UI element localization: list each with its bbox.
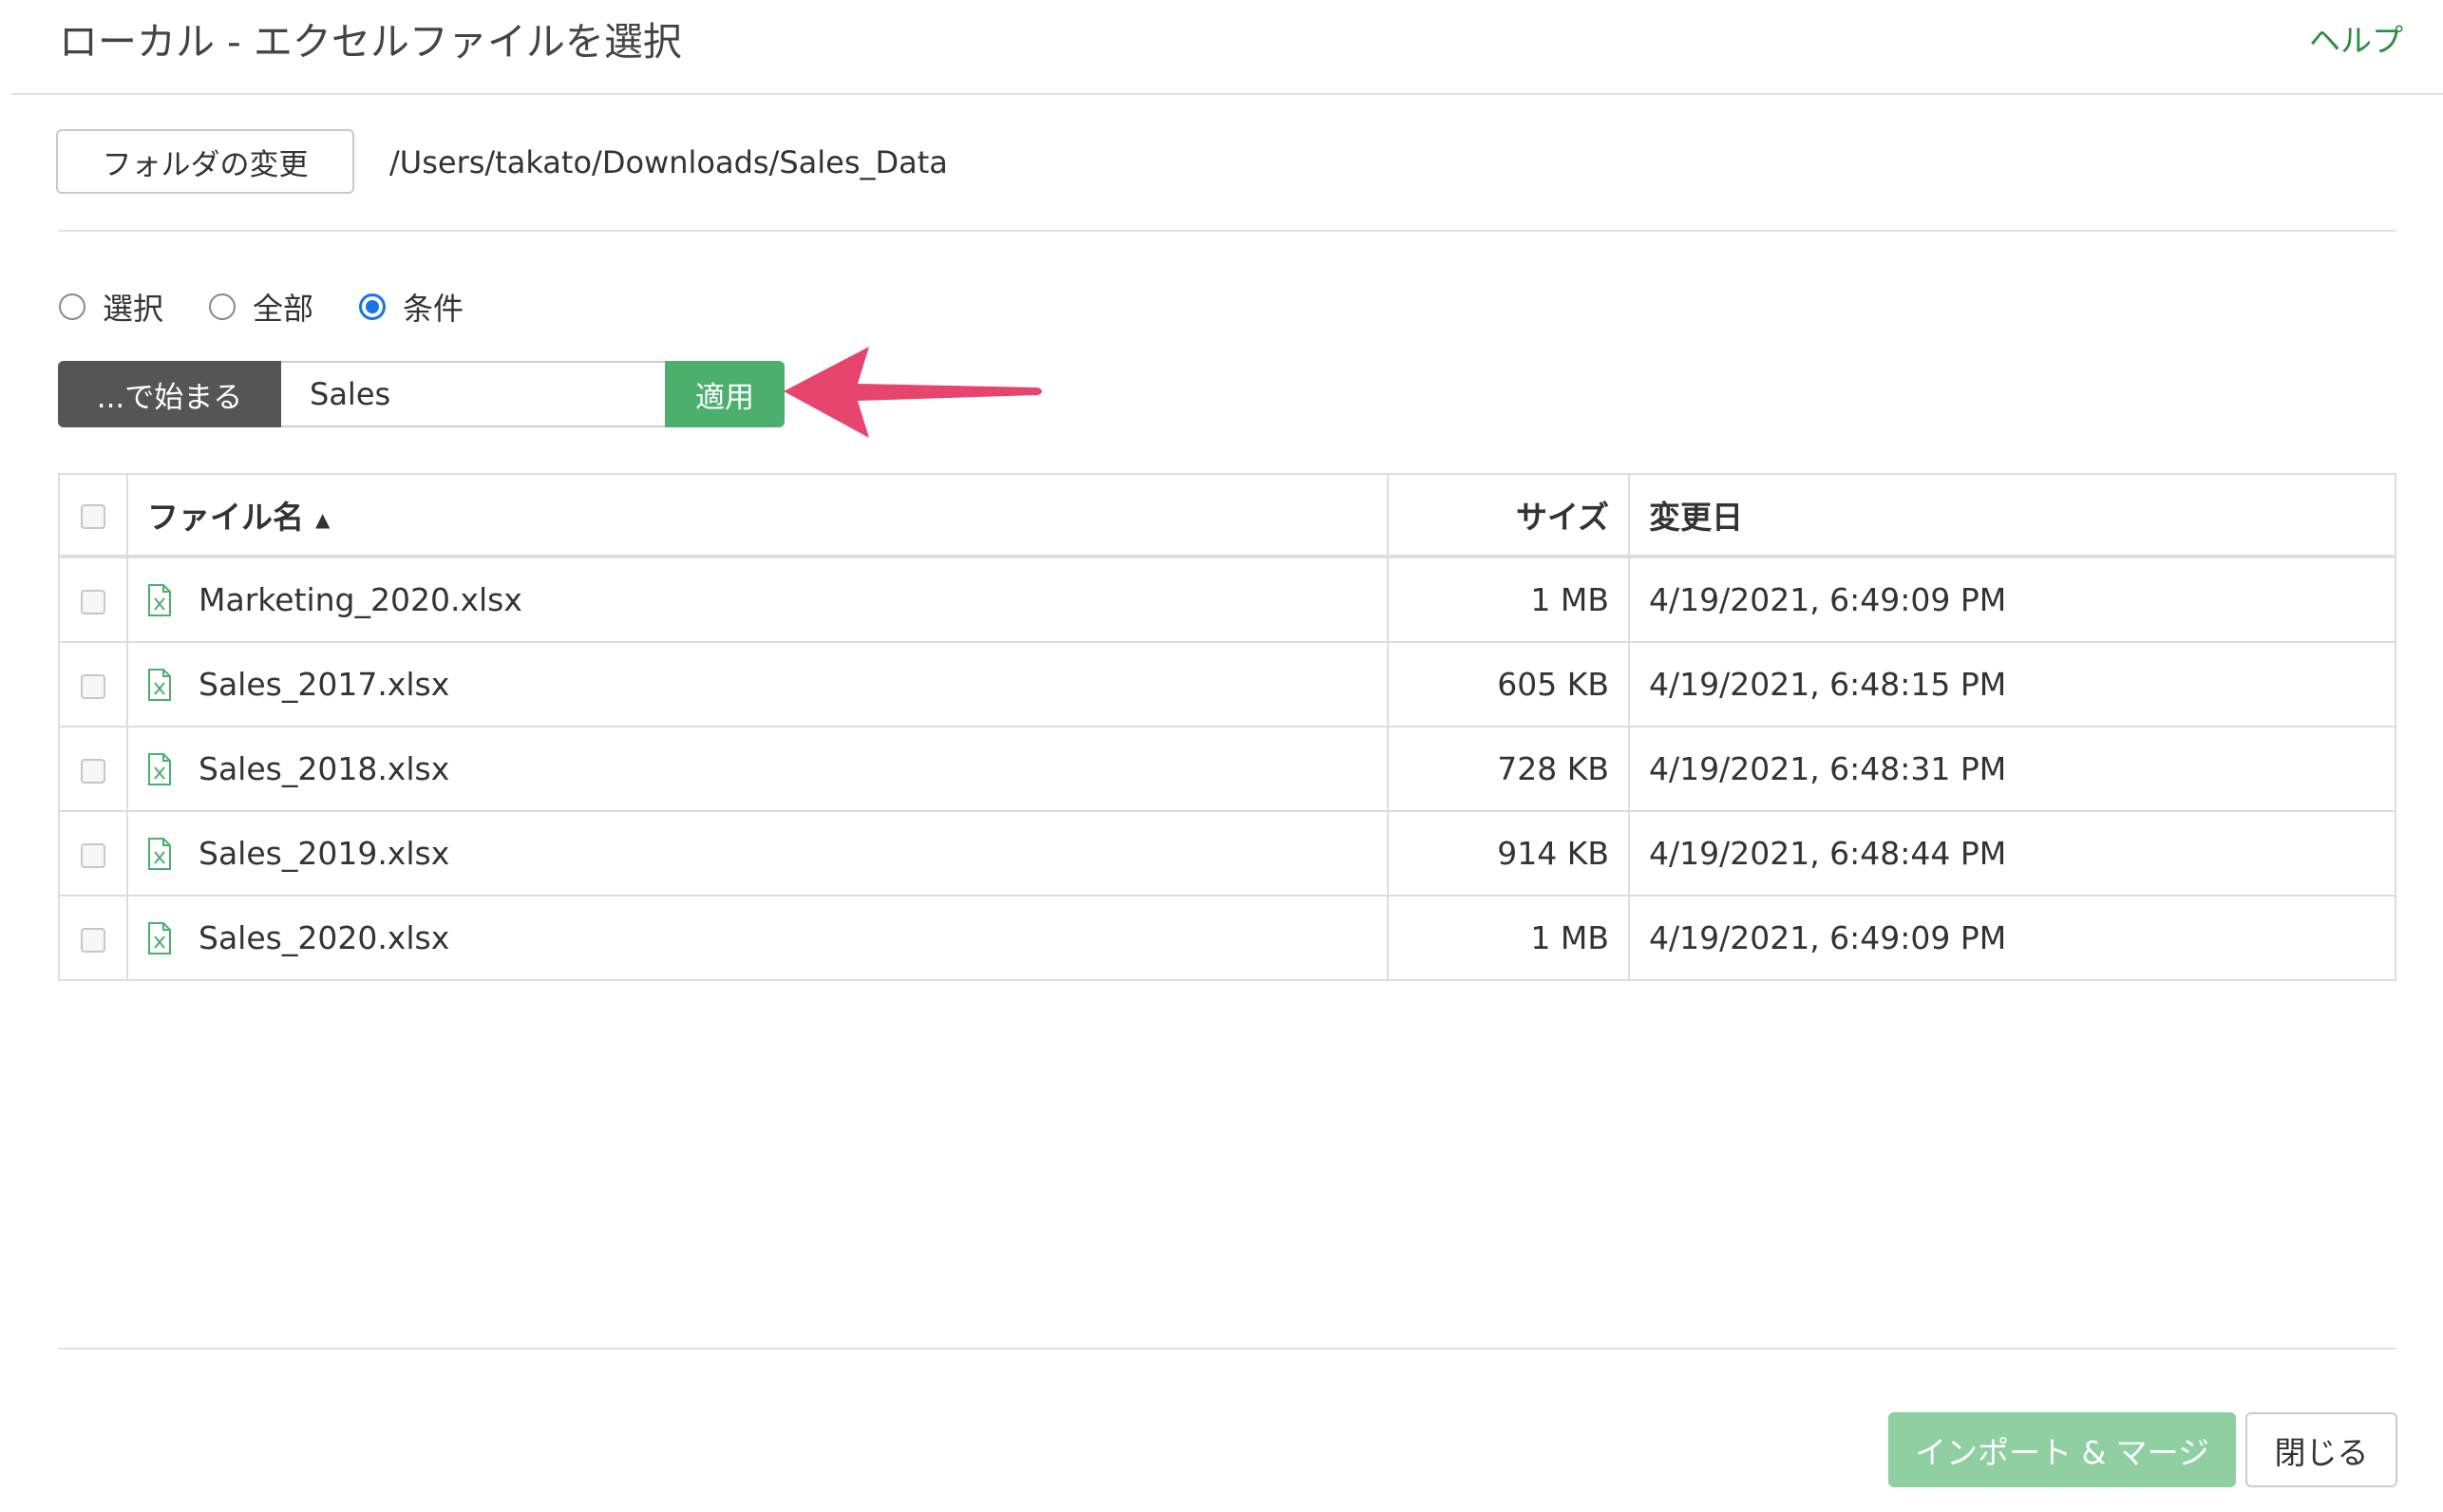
row-checkbox-cell xyxy=(58,641,128,728)
row-checkbox[interactable] xyxy=(81,758,105,784)
table-row[interactable]: Marketing_2020.xlsx 1 MB 4/19/2021, 6:49:0… xyxy=(58,556,2396,643)
radio-select-circle[interactable] xyxy=(59,293,85,320)
file-size: 1 MB xyxy=(1387,556,1630,643)
file-name-cell: Sales_2018.xlsx xyxy=(126,726,1389,812)
file-modified-date: 4/19/2021, 6:48:44 PM xyxy=(1628,810,2396,897)
file-modified-date: 4/19/2021, 6:49:09 PM xyxy=(1628,556,2396,643)
excel-file-icon xyxy=(148,668,171,701)
column-header-modified[interactable]: 変更日 xyxy=(1628,473,2396,558)
table-row[interactable]: Sales_2018.xlsx 728 KB 4/19/2021, 6:48:31 … xyxy=(58,726,2396,812)
select-all-checkbox[interactable] xyxy=(81,504,105,529)
table-header-row: ファイル名 ▲ サイズ 変更日 xyxy=(58,473,2396,558)
folder-path: /Users/takato/Downloads/Sales_Data xyxy=(389,144,948,180)
table-row[interactable]: Sales_2020.xlsx 1 MB 4/19/2021, 6:49:09 PM xyxy=(58,895,2396,981)
file-name-cell: Marketing_2020.xlsx xyxy=(126,556,1389,643)
excel-file-icon xyxy=(148,583,171,616)
file-modified-date: 4/19/2021, 6:48:31 PM xyxy=(1628,726,2396,812)
radio-all-label: 全部 xyxy=(253,291,314,327)
folder-divider xyxy=(58,230,2396,232)
file-size: 1 MB xyxy=(1387,895,1630,981)
file-modified-date: 4/19/2021, 6:48:15 PM xyxy=(1628,641,2396,728)
sort-ascending-icon: ▲ xyxy=(315,507,331,531)
row-checkbox-cell xyxy=(58,556,128,643)
row-checkbox-cell xyxy=(58,726,128,812)
radio-all-circle[interactable] xyxy=(209,293,237,320)
table-row[interactable]: Sales_2017.xlsx 605 KB 4/19/2021, 6:48:15 … xyxy=(58,641,2396,728)
apply-filter-button[interactable]: 適用 xyxy=(665,361,785,427)
file-name: Sales_2020.xlsx xyxy=(199,919,450,956)
file-name: Sales_2017.xlsx xyxy=(199,666,450,703)
excel-file-icon xyxy=(148,752,171,785)
file-size: 914 KB xyxy=(1387,810,1630,897)
file-name: Marketing_2020.xlsx xyxy=(199,581,522,618)
change-folder-button[interactable]: フォルダの変更 xyxy=(56,129,354,194)
select-all-cell xyxy=(58,473,128,558)
excel-file-icon xyxy=(148,837,171,870)
filter-value-input[interactable] xyxy=(281,361,665,427)
file-name-cell: Sales_2017.xlsx xyxy=(126,641,1389,728)
file-modified-date: 4/19/2021, 6:49:09 PM xyxy=(1628,895,2396,981)
excel-file-icon xyxy=(148,921,171,954)
filter-bar: ...で始まる 適用 xyxy=(58,361,785,427)
column-header-name[interactable]: ファイル名 ▲ xyxy=(126,473,1389,558)
file-size: 605 KB xyxy=(1387,641,1630,728)
header-divider xyxy=(11,93,2443,95)
row-checkbox[interactable] xyxy=(81,842,105,868)
radio-condition-label: 条件 xyxy=(403,291,464,327)
row-checkbox[interactable] xyxy=(81,673,105,699)
file-name: Sales_2018.xlsx xyxy=(199,750,450,787)
file-table: ファイル名 ▲ サイズ 変更日 Marketing_2020.xlsx 1 MB 4/… xyxy=(58,473,2396,981)
close-button[interactable]: 閉じる xyxy=(2245,1412,2397,1487)
file-name: Sales_2019.xlsx xyxy=(199,835,450,872)
row-checkbox[interactable] xyxy=(81,927,105,953)
import-merge-button[interactable]: インポート & マージ xyxy=(1888,1412,2236,1487)
radio-condition-circle[interactable] xyxy=(359,293,387,320)
annotation-arrow-icon xyxy=(784,347,1042,438)
file-name-cell: Sales_2020.xlsx xyxy=(126,895,1389,981)
footer-divider xyxy=(58,1348,2396,1350)
radio-select-label: 選択 xyxy=(103,291,164,327)
file-name-cell: Sales_2019.xlsx xyxy=(126,810,1389,897)
row-checkbox-cell xyxy=(58,810,128,897)
help-link[interactable]: ヘルプ xyxy=(2309,15,2403,61)
row-checkbox-cell xyxy=(58,895,128,981)
filter-operator-dropdown[interactable]: ...で始まる xyxy=(58,361,281,427)
table-row[interactable]: Sales_2019.xlsx 914 KB 4/19/2021, 6:48:44 … xyxy=(58,810,2396,897)
file-size: 728 KB xyxy=(1387,726,1630,812)
column-header-size[interactable]: サイズ xyxy=(1387,473,1630,558)
dialog-title: ローカル - エクセルファイルを選択 xyxy=(59,19,682,65)
radio-condition[interactable]: 条件 xyxy=(359,285,464,329)
radio-all[interactable]: 全部 xyxy=(209,285,313,329)
selection-mode-group: 選択 全部 条件 xyxy=(59,285,509,329)
radio-select[interactable]: 選択 xyxy=(59,285,163,329)
column-header-name-label: ファイル名 xyxy=(147,499,304,536)
row-checkbox[interactable] xyxy=(81,589,105,614)
